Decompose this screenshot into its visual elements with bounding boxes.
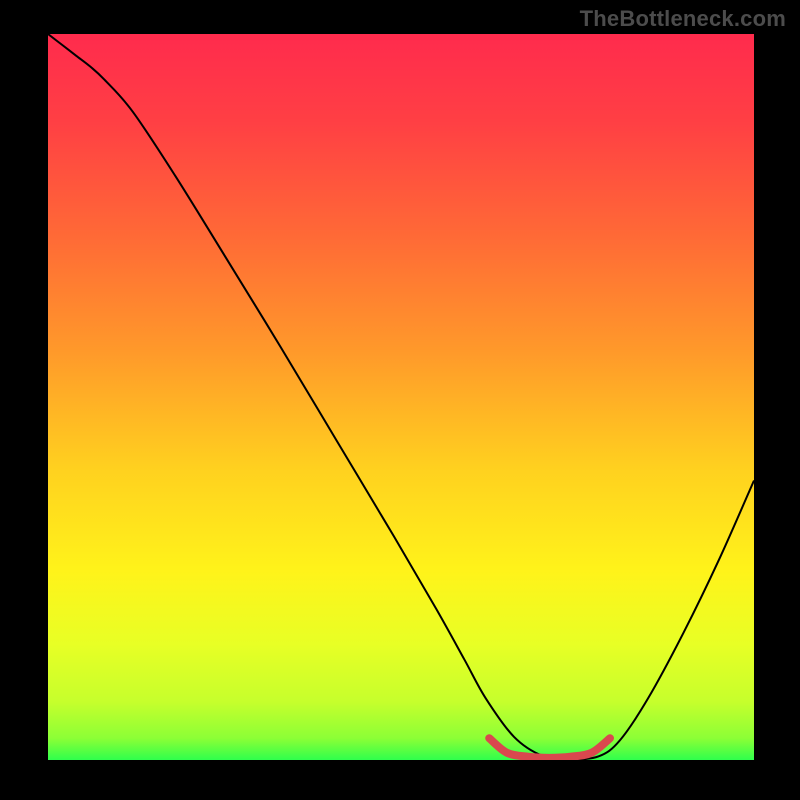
watermark-text: TheBottleneck.com	[580, 6, 786, 32]
chart-stage: TheBottleneck.com	[0, 0, 800, 800]
bottleneck-chart	[0, 0, 800, 800]
